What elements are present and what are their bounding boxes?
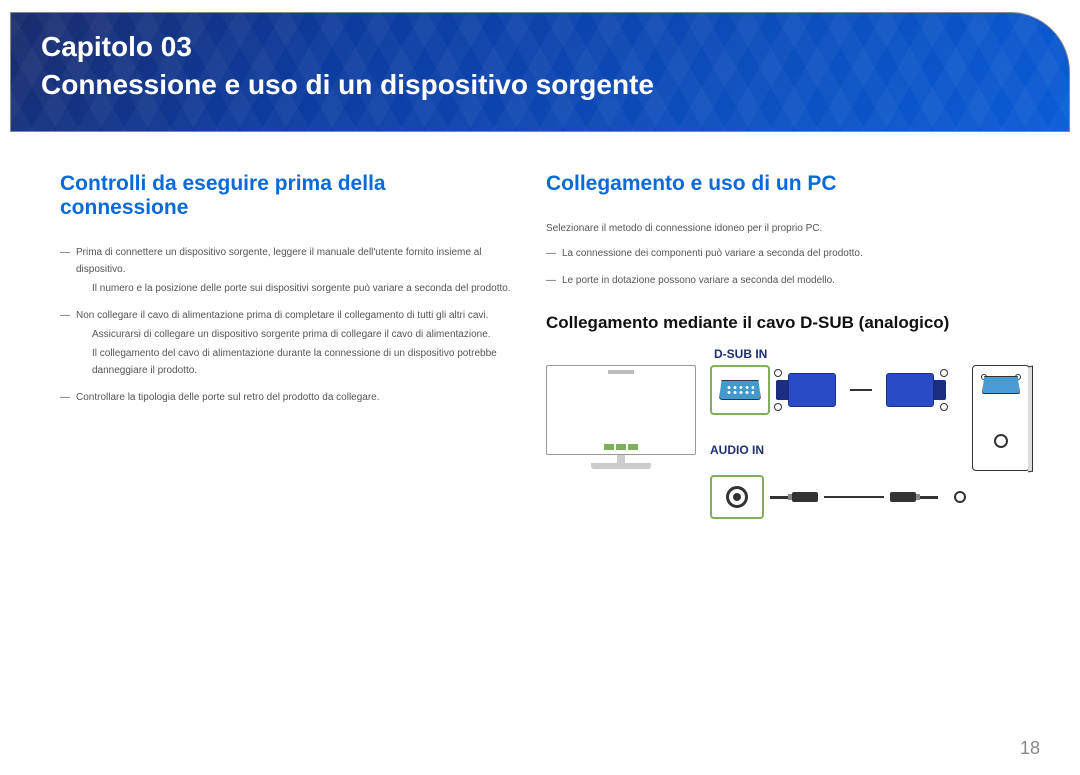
content-area: Controlli da eseguire prima della connes… xyxy=(0,132,1080,533)
right-heading: Collegamento e uso di un PC xyxy=(546,172,1030,196)
audio-row xyxy=(710,475,966,519)
dsub-port-box xyxy=(710,365,770,415)
check-item-2-sub2: Il collegamento del cavo di alimentazion… xyxy=(76,345,516,379)
note-2: Le porte in dotazione possono variare a … xyxy=(546,272,1030,289)
audio-label: AUDIO IN xyxy=(710,443,966,457)
note-1: La connessione dei componenti può variar… xyxy=(546,245,1030,262)
left-body: Prima di connettere un dispositivo sorge… xyxy=(60,244,516,406)
vga-port-icon xyxy=(719,380,761,400)
check-item-3: Controllare la tipologia delle porte sul… xyxy=(60,389,516,406)
chapter-header: Capitolo 03 Connessione e uso di un disp… xyxy=(10,12,1070,132)
pc-icon xyxy=(972,365,1030,471)
left-heading: Controlli da eseguire prima della connes… xyxy=(60,172,516,220)
dsub-subheading: Collegamento mediante il cavo D-SUB (ana… xyxy=(546,313,1030,333)
pc-audio-port-icon xyxy=(994,434,1008,448)
connection-diagram: D-SUB IN xyxy=(546,347,1030,533)
check-item-1: Prima di connettere un dispositivo sorge… xyxy=(60,244,516,297)
vga-cable-connector-right xyxy=(878,367,946,413)
audio-port-box xyxy=(710,475,764,519)
check-item-2-sub: Assicurarsi di collegare un dispositivo … xyxy=(76,326,516,343)
pc-vga-port-icon xyxy=(982,376,1020,394)
check-item-1-sub: Il numero e la posizione delle porte sui… xyxy=(76,280,516,297)
check-item-3-main: Controllare la tipologia delle porte sul… xyxy=(76,392,380,403)
vga-cable-connector-left xyxy=(776,367,844,413)
page-number: 18 xyxy=(1020,738,1040,759)
audio-plug-right xyxy=(890,492,938,502)
left-column: Controlli da eseguire prima della connes… xyxy=(60,172,516,533)
check-item-2: Non collegare il cavo di alimentazione p… xyxy=(60,307,516,379)
vga-cable-line xyxy=(850,389,872,391)
pc-audio-jack-icon xyxy=(954,491,966,503)
intro-text: Selezionare il metodo di connessione ido… xyxy=(546,220,1030,237)
chapter-title: Connessione e uso di un dispositivo sorg… xyxy=(41,69,1039,101)
right-column: Collegamento e uso di un PC Selezionare … xyxy=(546,172,1030,533)
dsub-row xyxy=(710,365,966,415)
check-item-2-main: Non collegare il cavo di alimentazione p… xyxy=(76,310,488,321)
audio-jack-icon xyxy=(726,486,748,508)
dsub-label: D-SUB IN xyxy=(714,347,1030,361)
monitor-icon xyxy=(546,365,696,471)
audio-cable-line xyxy=(824,496,884,498)
audio-plug-left xyxy=(770,492,818,502)
right-intro: Selezionare il metodo di connessione ido… xyxy=(546,220,1030,289)
chapter-number: Capitolo 03 xyxy=(41,31,1039,63)
check-item-1-main: Prima di connettere un dispositivo sorge… xyxy=(76,247,481,275)
